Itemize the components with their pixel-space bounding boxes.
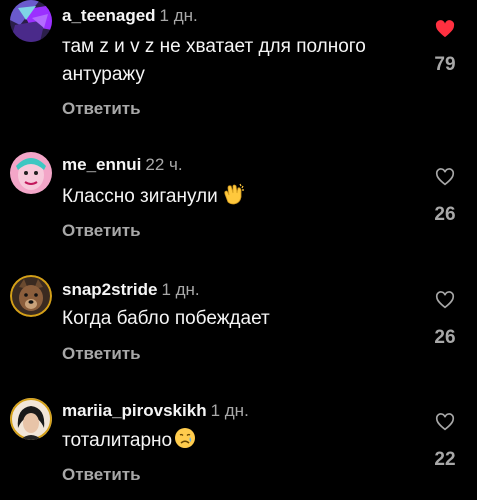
username[interactable]: snap2stride [62,280,157,299]
comment-text: там z и v z не хватает для полного антур… [62,36,366,85]
username[interactable]: a_teenaged [62,6,156,25]
reply-button[interactable]: Ответить [62,220,141,242]
reply-button[interactable]: Ответить [62,464,141,486]
comment-text: Когда бабло побеждает [62,308,270,329]
dark-hair-portrait-avatar-icon [10,398,52,440]
like-count: 26 [434,204,456,225]
reply-button[interactable]: Ответить [62,343,141,365]
comment-header: mariia_pirovskikh 1 дн. [62,400,249,422]
heart-outline-icon [435,168,455,186]
username[interactable]: me_ennui [62,155,141,174]
like-area: 79 [420,20,470,77]
username[interactable]: mariia_pirovskikh [62,401,207,420]
timestamp: 1 дн. [159,6,198,25]
timestamp: 1 дн. [161,280,200,299]
comment-text: тоталитарно [62,426,402,459]
clapping-hands-emoji-icon [222,182,246,215]
like-button[interactable] [435,20,455,43]
like-count: 26 [434,327,456,348]
comment-text-content: Классно зиганули [62,186,218,207]
heart-outline-icon [435,291,455,309]
comment-text-content: тоталитарно [62,430,173,451]
reply-button[interactable]: Ответить [62,98,141,120]
comment-text: Классно зиганули [62,182,402,215]
timestamp: 1 дн. [210,401,249,420]
like-count: 22 [434,449,456,470]
like-area: 22 [420,413,470,472]
like-count: 79 [434,54,456,75]
comment-header: a_teenaged 1 дн. [62,5,198,27]
like-button[interactable] [435,291,455,314]
avatar[interactable] [10,275,52,317]
crying-face-emoji-icon [173,426,197,459]
avatar[interactable] [10,152,52,194]
like-button[interactable] [435,413,455,436]
heart-filled-icon [435,20,455,38]
like-button[interactable] [435,168,455,191]
purple-teal-abstract-avatar-icon [10,0,52,42]
avatar[interactable] [10,398,52,440]
comment-header: me_ennui 22 ч. [62,154,183,176]
like-area: 26 [420,291,470,350]
like-area: 26 [420,168,470,227]
timestamp: 22 ч. [145,155,183,174]
avatar[interactable] [10,0,52,42]
heart-outline-icon [435,413,455,431]
pink-face-avatar-icon [10,152,52,194]
dog-avatar-icon [10,275,52,317]
comment-header: snap2stride 1 дн. [62,279,200,301]
